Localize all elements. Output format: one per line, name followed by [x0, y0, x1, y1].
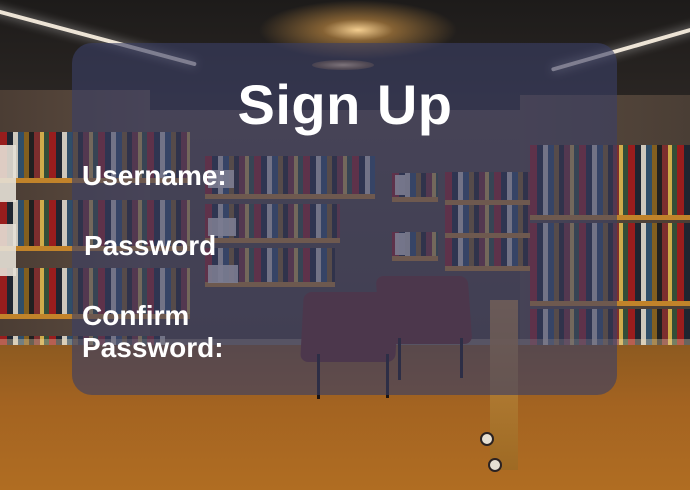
- username-field[interactable]: [242, 160, 542, 196]
- cart-wheel: [488, 458, 502, 472]
- shelf-brace: [0, 145, 16, 202]
- password-field[interactable]: [242, 230, 542, 266]
- confirm-password-label: Confirm Password:: [82, 300, 224, 364]
- shelf-brace: [0, 224, 16, 276]
- page-title: Sign Up: [237, 73, 453, 136]
- username-label: Username:: [82, 160, 227, 191]
- password-label: Password: [84, 230, 217, 261]
- confirm-password-field[interactable]: [242, 300, 542, 368]
- cart-wheel: [480, 432, 494, 446]
